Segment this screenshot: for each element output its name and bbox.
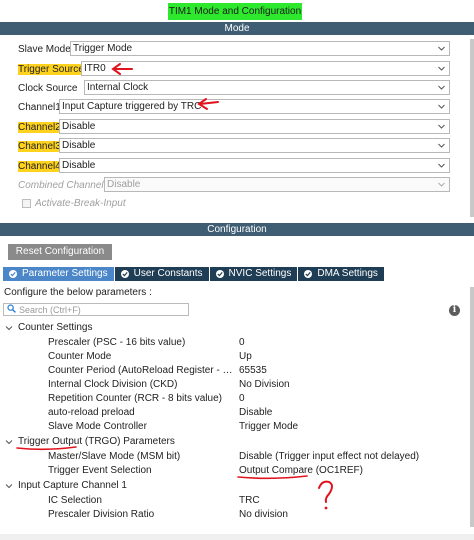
red-annotation-overlay bbox=[16, 63, 333, 510]
question-mark-annotation bbox=[318, 480, 333, 503]
underline-annotation-trigger-output bbox=[16, 446, 77, 451]
arrow-annotation-trigger-source bbox=[111, 63, 133, 75]
underline-annotation-output-compare bbox=[237, 475, 308, 480]
question-mark-dot bbox=[324, 506, 328, 510]
arrow-annotation-channel1 bbox=[197, 98, 219, 110]
